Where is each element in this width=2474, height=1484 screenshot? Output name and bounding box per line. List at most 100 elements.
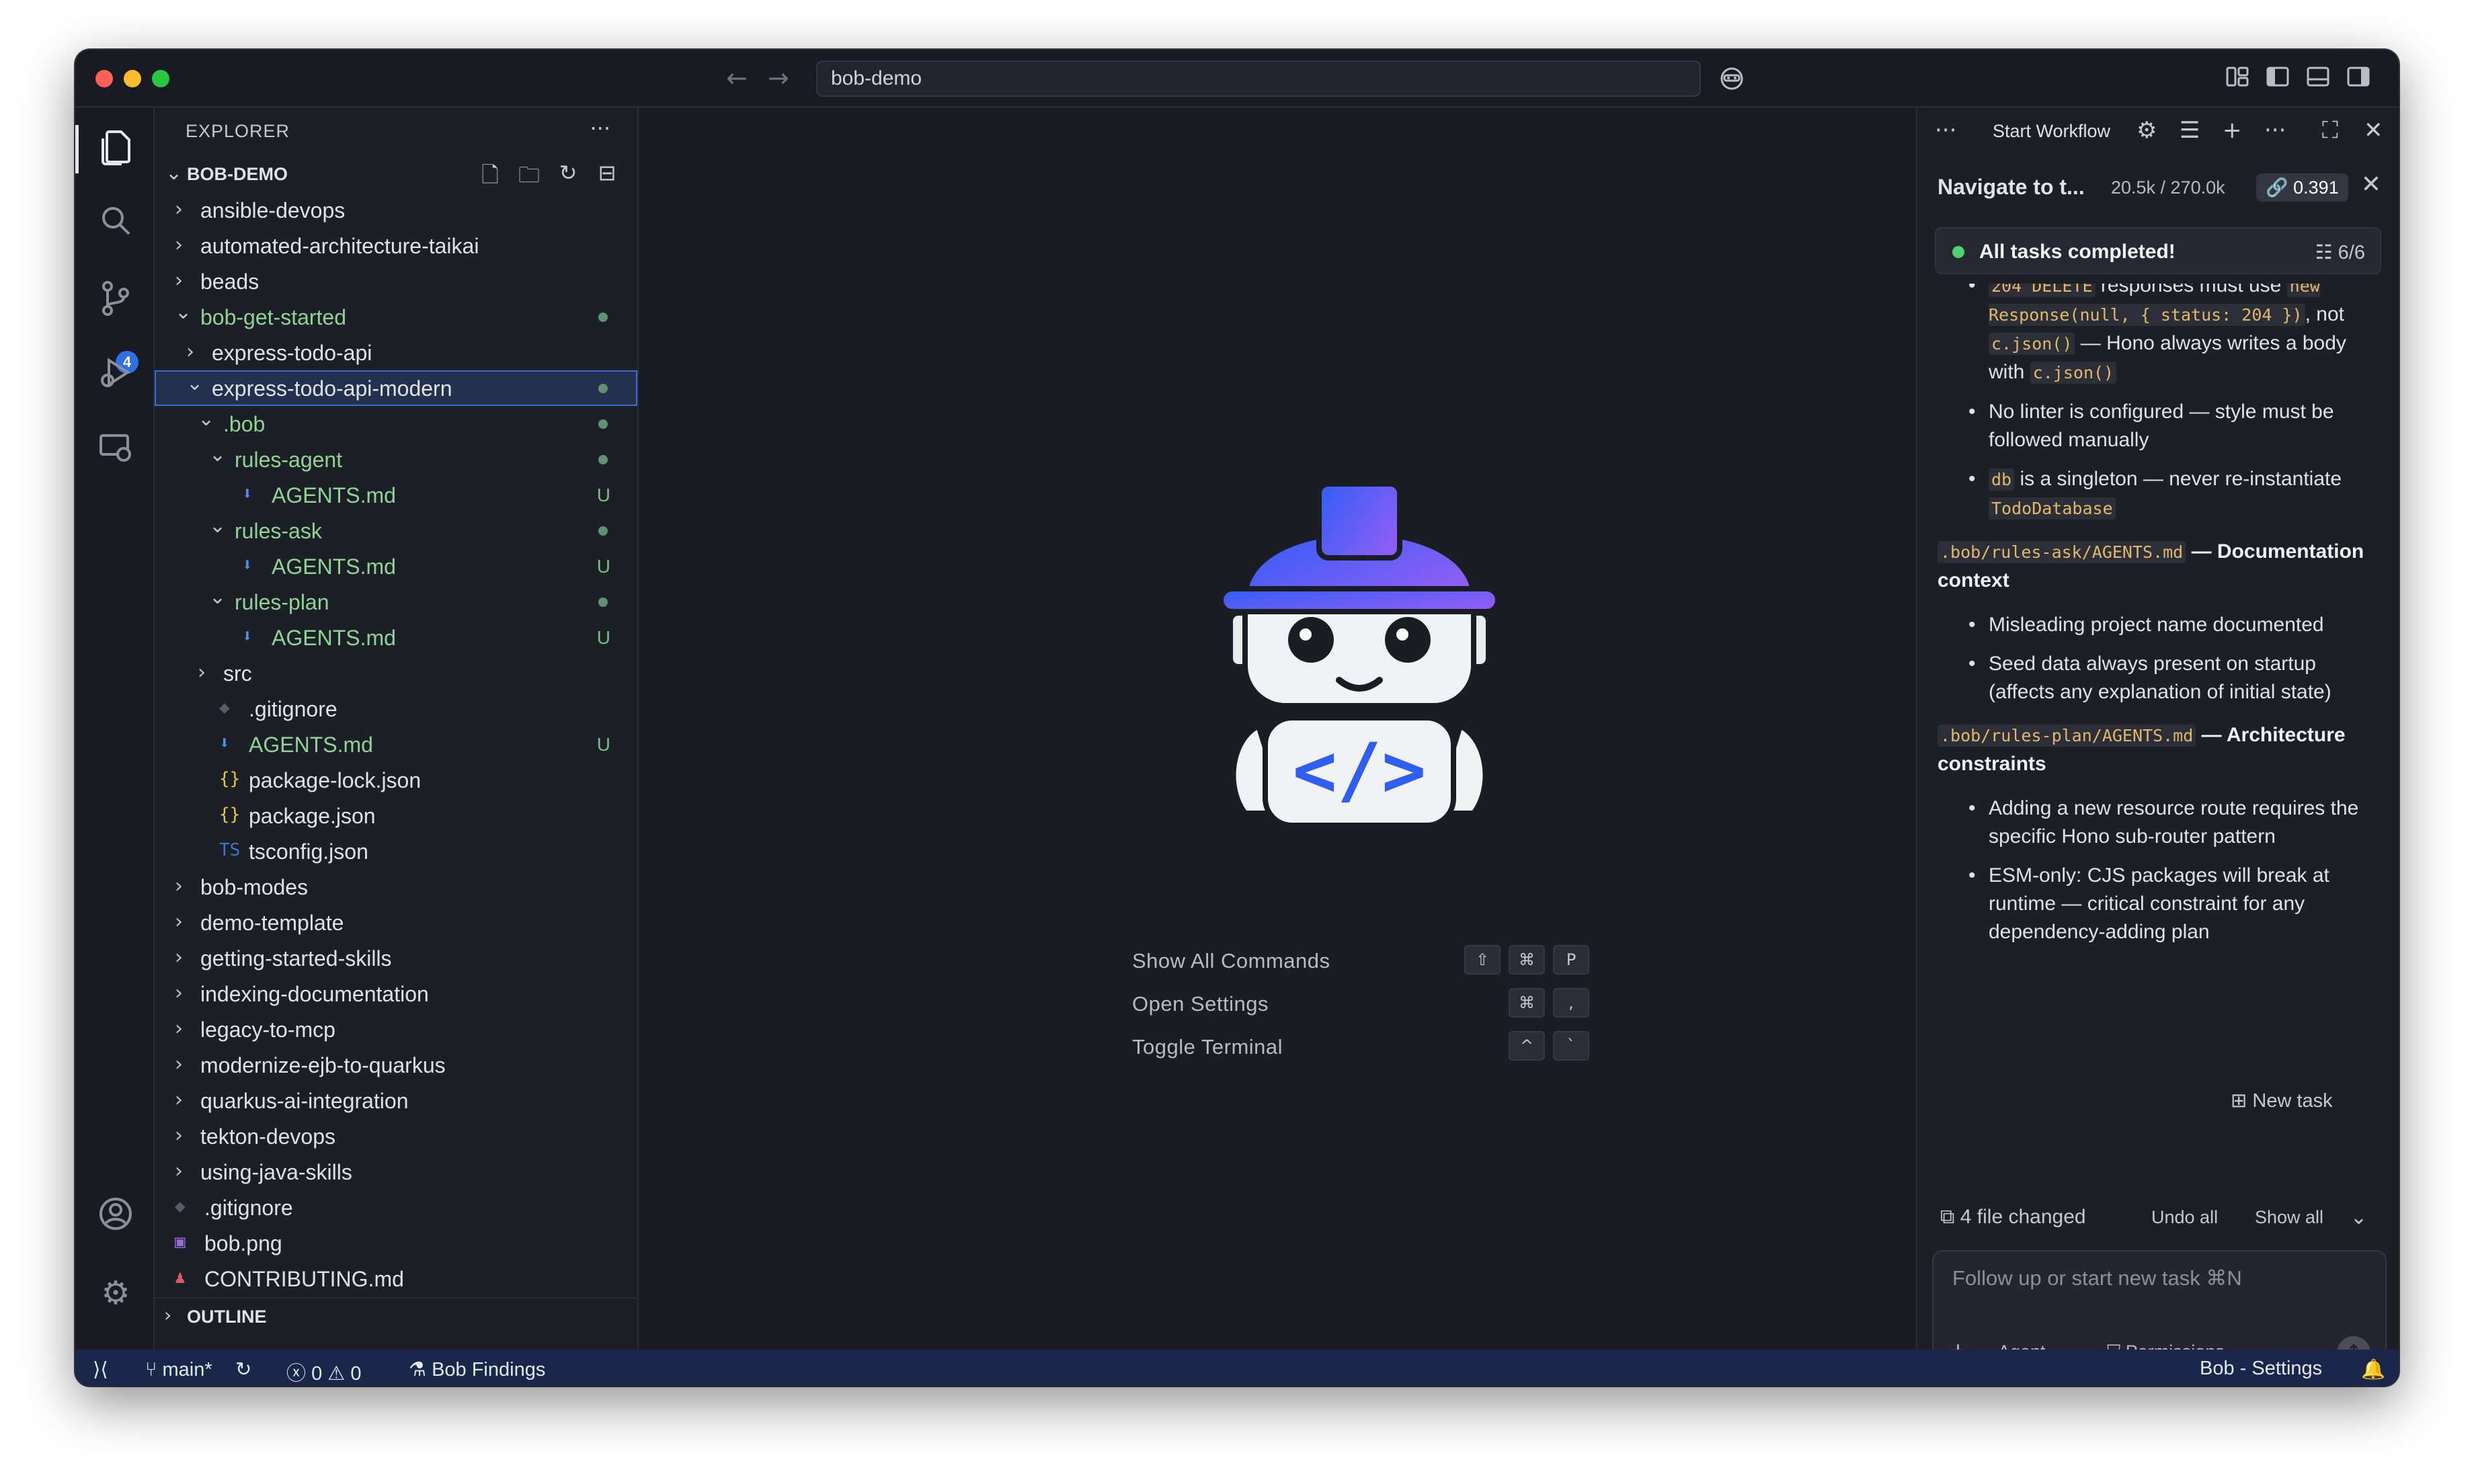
plus-icon[interactable]: +	[2223, 117, 2242, 144]
run-debug-icon[interactable]	[95, 354, 136, 394]
svg-text:</>: </>	[1293, 727, 1427, 813]
bob-icon[interactable]	[1718, 65, 1745, 97]
close-window-button[interactable]	[95, 70, 113, 87]
more-actions-icon[interactable]: ···	[590, 116, 610, 141]
arrow-left-icon[interactable]: ←	[726, 63, 748, 93]
markdown-icon: ⬇	[242, 555, 253, 575]
modified-dot	[598, 597, 608, 607]
layout-customize-icon[interactable]	[2225, 65, 2249, 95]
tree-file[interactable]: ♟ CONTRIBUTING.md	[155, 1261, 637, 1294]
json-icon: {}	[219, 805, 241, 825]
maximize-icon[interactable]: ⛶	[2322, 117, 2338, 144]
tree-folder[interactable]: › src	[155, 655, 637, 691]
tree-folder[interactable]: › ansible-devops	[155, 192, 637, 228]
sync-icon[interactable]: ↻	[235, 1358, 251, 1380]
remote-icon[interactable]: ⟩⟨	[93, 1358, 108, 1380]
new-folder-icon[interactable]: 🗀	[516, 160, 542, 196]
refresh-icon[interactable]: ↻	[555, 160, 581, 196]
tree-folder[interactable]: › indexing-documentation	[155, 976, 637, 1012]
gear-icon[interactable]: ⚙	[2137, 117, 2157, 144]
tree-file[interactable]: ⬇ AGENTS.md U	[155, 548, 637, 584]
tree-file[interactable]: ⬇ AGENTS.md U	[155, 620, 637, 655]
source-control-icon[interactable]	[95, 278, 136, 319]
tree-file[interactable]: ◆ .gitignore	[155, 691, 637, 727]
chevron-down-icon[interactable]: ⌄	[2350, 1206, 2367, 1229]
tree-folder[interactable]: › getting-started-skills	[155, 940, 637, 976]
tree-file[interactable]: ▣ bob.png	[155, 1225, 637, 1261]
status-dot	[1952, 246, 1964, 258]
new-task-button[interactable]: ⊞ New task	[2231, 1089, 2333, 1112]
command-center-search[interactable]: bob-demo	[816, 60, 1701, 97]
tree-folder[interactable]: ⌄ express-todo-api-modern	[155, 370, 637, 406]
search-icon[interactable]	[95, 202, 136, 242]
arrow-right-icon[interactable]: →	[768, 63, 789, 93]
tree-folder[interactable]: ⌄ .bob	[155, 406, 637, 442]
task-title[interactable]: Navigate to t...	[1938, 175, 2085, 200]
start-workflow-button[interactable]: Start Workflow	[1993, 121, 2110, 142]
tree-folder[interactable]: › bob-modes	[155, 869, 637, 905]
problems-indicator[interactable]: ⓧ 0 ⚠ 0	[286, 1358, 361, 1386]
collapse-all-icon[interactable]: ⊟	[594, 160, 620, 196]
chevron-down-icon: ⌄	[209, 443, 227, 466]
chat-input-placeholder[interactable]: Follow up or start new task ⌘N	[1952, 1266, 2242, 1290]
tree-file[interactable]: {} package-lock.json	[155, 762, 637, 798]
tree-folder[interactable]: › beads	[155, 263, 637, 299]
tree-folder[interactable]: ⌄ bob-get-started	[155, 299, 637, 335]
zoom-window-button[interactable]	[152, 70, 169, 87]
task-list-icon[interactable]: ☰	[2180, 117, 2200, 144]
tree-file[interactable]: ⬇ AGENTS.md U	[155, 477, 637, 513]
more-icon[interactable]: ···	[2264, 117, 2286, 144]
tree-folder[interactable]: › using-java-skills	[155, 1154, 637, 1190]
settings-gear-icon[interactable]: ⚙	[95, 1273, 136, 1313]
git-status-badge: U	[596, 627, 610, 648]
tree-folder[interactable]: ⌄ rules-agent	[155, 442, 637, 477]
files-changed-label[interactable]: ⧉ 4 file changed	[1940, 1206, 2086, 1229]
app-window: ← → bob-demo 4 ⚙ EXPLORER ··· ⌄ BOB-DEMO…	[75, 50, 2399, 1386]
tree-item-label: bob.png	[204, 1231, 282, 1255]
outline-section[interactable]: › OUTLINE	[155, 1297, 637, 1331]
tree-folder[interactable]: › legacy-to-mcp	[155, 1012, 637, 1047]
tree-folder[interactable]: › automated-architecture-taikai	[155, 228, 637, 263]
tasks-completed-banner[interactable]: All tasks completed! ☷ 6/6	[1935, 227, 2381, 274]
tree-folder[interactable]: › quarkus-ai-integration	[155, 1083, 637, 1118]
files-icon[interactable]	[95, 128, 136, 168]
tree-folder[interactable]: › express-todo-api	[155, 335, 637, 370]
tree-item-label: modernize-ejb-to-quarkus	[200, 1053, 446, 1077]
task-header: Navigate to t... 20.5k / 270.0k 🔗 0.391 …	[1917, 165, 2399, 208]
tree-item-label: express-todo-api	[212, 341, 372, 365]
shortcut-row[interactable]: Show All Commands ⇧ ⌘ P	[1132, 941, 1589, 984]
new-file-icon[interactable]: 🗋	[477, 160, 503, 196]
show-all-button[interactable]: Show all	[2255, 1207, 2323, 1228]
branch-indicator[interactable]: ⑂ main*	[145, 1358, 212, 1381]
tree-file[interactable]: ⬇ AGENTS.md U	[155, 727, 637, 762]
bob-settings[interactable]: Bob - Settings	[2200, 1358, 2322, 1380]
tree-folder[interactable]: › tekton-devops	[155, 1118, 637, 1154]
tree-folder[interactable]: › demo-template	[155, 905, 637, 940]
panel-menu-icon[interactable]: ···	[1935, 117, 1956, 144]
tree-file[interactable]: ◆ .gitignore	[155, 1190, 637, 1225]
minimize-window-button[interactable]	[124, 70, 141, 87]
close-icon[interactable]: ✕	[2364, 117, 2383, 144]
bell-icon[interactable]: 🔔	[2361, 1358, 2385, 1381]
tree-file[interactable]: {} package.json	[155, 798, 637, 833]
bob-findings[interactable]: ⚗ Bob Findings	[409, 1358, 545, 1381]
list-item: No linter is configured — style must be …	[1968, 398, 2381, 454]
toggle-panel-icon[interactable]	[2306, 65, 2330, 95]
shortcut-row[interactable]: Open Settings ⌘,	[1132, 984, 1589, 1027]
workspace-root[interactable]: ⌄ BOB-DEMO 🗋 🗀 ↻ ⊟	[161, 157, 632, 191]
keycap: P	[1553, 945, 1589, 975]
chevron-down-icon: ⌄	[165, 161, 183, 185]
close-task-icon[interactable]: ✕	[2361, 171, 2381, 198]
tree-folder[interactable]: › modernize-ejb-to-quarkus	[155, 1047, 637, 1083]
shortcut-row[interactable]: Toggle Terminal ^ `	[1132, 1027, 1589, 1070]
chevron-right-icon: ›	[175, 1124, 183, 1147]
remote-explorer-icon[interactable]	[95, 429, 136, 469]
toggle-secondary-sidebar-icon[interactable]	[2346, 65, 2370, 95]
tree-file[interactable]: TS tsconfig.json	[155, 833, 637, 869]
tree-folder[interactable]: ⌄ rules-ask	[155, 513, 637, 548]
undo-all-button[interactable]: Undo all	[2151, 1207, 2218, 1228]
tree-folder[interactable]: ⌄ rules-plan	[155, 584, 637, 620]
toggle-sidebar-icon[interactable]	[2266, 65, 2290, 95]
account-icon[interactable]	[95, 1195, 136, 1235]
modified-dot	[598, 526, 608, 536]
